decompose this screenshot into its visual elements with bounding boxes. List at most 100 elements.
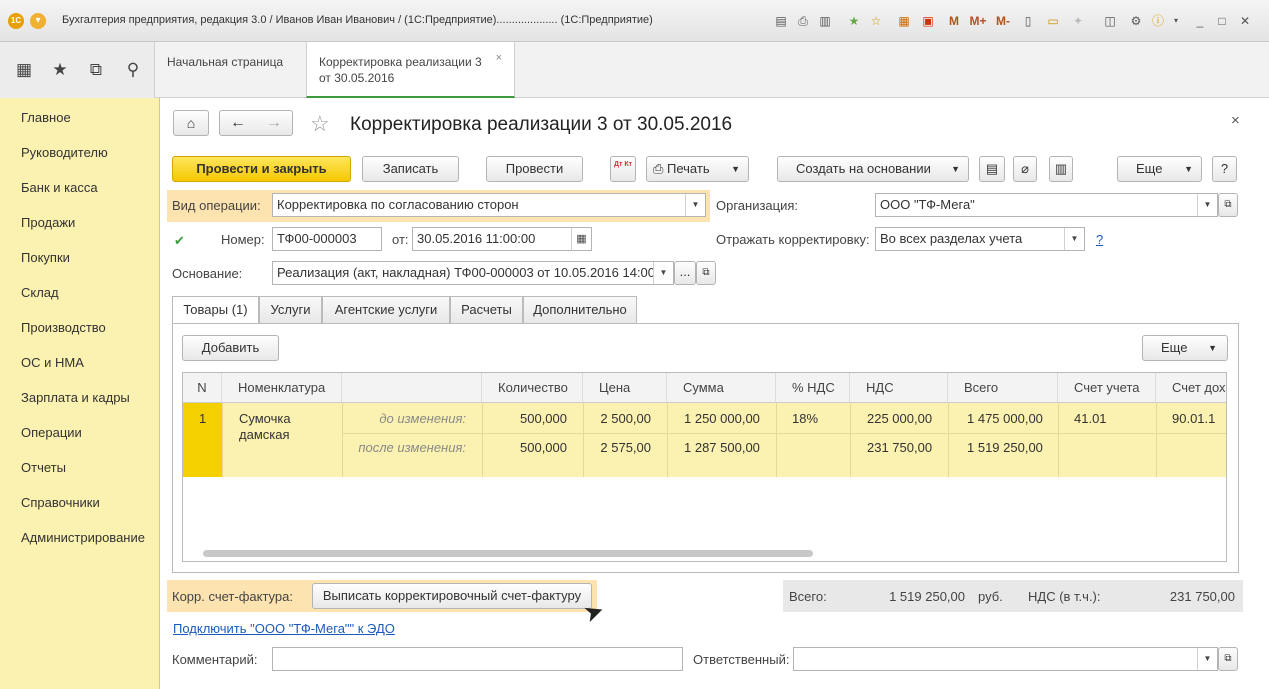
chevron-down-icon[interactable]: ▼	[1064, 228, 1084, 250]
after-total: 1 519 250,00	[967, 440, 1043, 455]
chevron-down-icon[interactable]: ▼	[685, 194, 705, 216]
table-more-button[interactable]: Еще ▼	[1142, 335, 1228, 361]
memory-mplus-icon[interactable]: M+	[968, 13, 988, 29]
favorites-icon[interactable]: ☆	[868, 13, 884, 29]
favorite-star-icon[interactable]: ☆	[310, 111, 330, 137]
info-dropdown-icon[interactable]: ▾	[1168, 13, 1184, 29]
col-change[interactable]	[342, 373, 482, 403]
sidebar-item-manager[interactable]: Руководителю	[21, 145, 108, 160]
col-n[interactable]: N	[183, 373, 222, 403]
grid-menu-icon[interactable]: ▦	[14, 60, 34, 80]
col-income[interactable]: Счет дох	[1156, 373, 1226, 403]
sidebar-item-main[interactable]: Главное	[21, 110, 71, 125]
col-nomenclature[interactable]: Номенклатура	[222, 373, 342, 403]
create-based-on-button[interactable]: Создать на основании ▼	[777, 156, 969, 182]
reflect-label: Отражать корректировку:	[716, 232, 870, 247]
issue-invoice-button[interactable]: Выписать корректировочный счет-фактуру	[312, 583, 592, 609]
structure-icon[interactable]: ▥	[1049, 156, 1073, 182]
sidebar-item-bank[interactable]: Банк и касса	[21, 180, 98, 195]
reflect-field[interactable]: Во всех разделах учета ▼	[875, 227, 1085, 251]
tab-close-icon[interactable]: ×	[496, 50, 502, 66]
calendar-icon[interactable]: ▦	[571, 228, 591, 250]
favorites-star-icon[interactable]: ★	[50, 60, 70, 80]
col-account[interactable]: Счет учета	[1058, 373, 1156, 403]
sidebar-item-sales[interactable]: Продажи	[21, 215, 75, 230]
folder-icon[interactable]: ▭	[1045, 13, 1061, 29]
sidebar-item-payroll[interactable]: Зарплата и кадры	[21, 390, 130, 405]
sidebar-item-catalogs[interactable]: Справочники	[21, 495, 100, 510]
chevron-down-icon[interactable]: ▼	[1197, 194, 1217, 216]
edo-connect-link[interactable]: Подключить "ООО "ТФ-Мега"" к ЭДО	[173, 621, 395, 636]
total-value: 1 519 250,00	[889, 589, 965, 604]
col-sum[interactable]: Сумма	[667, 373, 776, 403]
back-forward-buttons[interactable]: ← →	[219, 110, 293, 136]
help-button[interactable]: ?	[1212, 156, 1237, 182]
settings-icon[interactable]: ⚙	[1128, 13, 1144, 29]
sidebar-item-assets[interactable]: ОС и НМА	[21, 355, 84, 370]
horizontal-scrollbar[interactable]	[203, 550, 813, 557]
favorite-add-icon[interactable]: ★	[846, 13, 862, 29]
memory-mminus-icon[interactable]: M-	[993, 13, 1013, 29]
print-icon[interactable]: ⎙	[795, 13, 811, 29]
open-basis-icon[interactable]: ⧉	[696, 261, 716, 285]
col-qty[interactable]: Количество	[482, 373, 583, 403]
save-icon[interactable]: ▤	[773, 13, 789, 29]
sidebar-item-warehouse[interactable]: Склад	[21, 285, 59, 300]
col-vat[interactable]: НДС	[850, 373, 948, 403]
chevron-down-icon[interactable]: ▼	[653, 262, 673, 284]
col-vat-rate[interactable]: % НДС	[776, 373, 850, 403]
number-field[interactable]: ТФ00-000003	[272, 227, 382, 251]
tab-goods[interactable]: Товары (1)	[172, 296, 259, 324]
minimize-icon[interactable]: _	[1192, 13, 1208, 29]
basis-field[interactable]: Реализация (акт, накладная) ТФ00-000003 …	[272, 261, 674, 285]
save-button[interactable]: Записать	[362, 156, 459, 182]
tab-settlements[interactable]: Расчеты	[450, 296, 523, 323]
comment-field[interactable]	[272, 647, 683, 671]
print-button[interactable]: ⎙ Печать ▼	[646, 156, 749, 182]
tab-home[interactable]: Начальная страница	[155, 42, 305, 98]
home-button[interactable]: ⌂	[173, 110, 209, 136]
calculator-icon[interactable]: ▦	[896, 13, 912, 29]
open-responsible-icon[interactable]: ⧉	[1218, 647, 1238, 671]
more-button[interactable]: Еще ▼	[1117, 156, 1202, 182]
responsible-field[interactable]: ▼	[793, 647, 1218, 671]
sidebar-item-admin[interactable]: Администрирование	[21, 530, 145, 545]
main-menu-icon[interactable]: ▾	[30, 13, 46, 29]
add-row-button[interactable]: Добавить	[182, 335, 279, 361]
col-total[interactable]: Всего	[948, 373, 1058, 403]
sidebar-item-production[interactable]: Производство	[21, 320, 106, 335]
panel-layout-icon[interactable]: ◫	[1102, 13, 1118, 29]
reflect-help-link[interactable]: ?	[1096, 232, 1103, 247]
info-icon[interactable]: ⓘ	[1150, 13, 1166, 29]
date-field[interactable]: 30.05.2016 11:00:00 ▦	[412, 227, 592, 251]
tab-services[interactable]: Услуги	[259, 296, 322, 323]
before-qty: 500,000	[520, 411, 567, 426]
basis-select-button[interactable]: ...	[674, 261, 696, 285]
dt-kt-icon[interactable]: Дт Кт	[610, 156, 636, 182]
maximize-icon[interactable]: □	[1214, 13, 1230, 29]
search-icon[interactable]: ⚲	[123, 60, 143, 80]
sidebar-item-purchases[interactable]: Покупки	[21, 250, 70, 265]
tab-correction[interactable]: Корректировка реализации 3 от 30.05.2016…	[306, 42, 515, 98]
tab-additional[interactable]: Дополнительно	[523, 296, 637, 323]
organization-field[interactable]: ООО "ТФ-Мега" ▼	[875, 193, 1218, 217]
post-button[interactable]: Провести	[486, 156, 583, 182]
chevron-down-icon[interactable]: ▼	[1197, 648, 1217, 670]
history-icon[interactable]: ⧉	[86, 60, 106, 80]
preview-icon[interactable]: ▥	[817, 13, 833, 29]
goods-table[interactable]: N Номенклатура Количество Цена Сумма % Н…	[182, 372, 1227, 562]
attachment-icon[interactable]: ⌀	[1013, 156, 1037, 182]
sidebar-item-reports[interactable]: Отчеты	[21, 460, 66, 475]
col-price[interactable]: Цена	[583, 373, 667, 403]
attached-docs-icon[interactable]: ▤	[979, 156, 1005, 182]
calendar-icon[interactable]: ▣	[920, 13, 936, 29]
sidebar-item-operations[interactable]: Операции	[21, 425, 82, 440]
new-window-icon[interactable]: ▯	[1020, 13, 1036, 29]
operation-field[interactable]: Корректировка по согласованию сторон ▼	[272, 193, 706, 217]
tab-agent-services[interactable]: Агентские услуги	[322, 296, 450, 323]
close-window-icon[interactable]: ✕	[1237, 13, 1253, 29]
close-form-icon[interactable]: ×	[1231, 112, 1240, 129]
post-and-close-button[interactable]: Провести и закрыть	[172, 156, 351, 182]
memory-m-icon[interactable]: M	[946, 13, 962, 29]
open-organization-icon[interactable]: ⧉	[1218, 193, 1238, 217]
